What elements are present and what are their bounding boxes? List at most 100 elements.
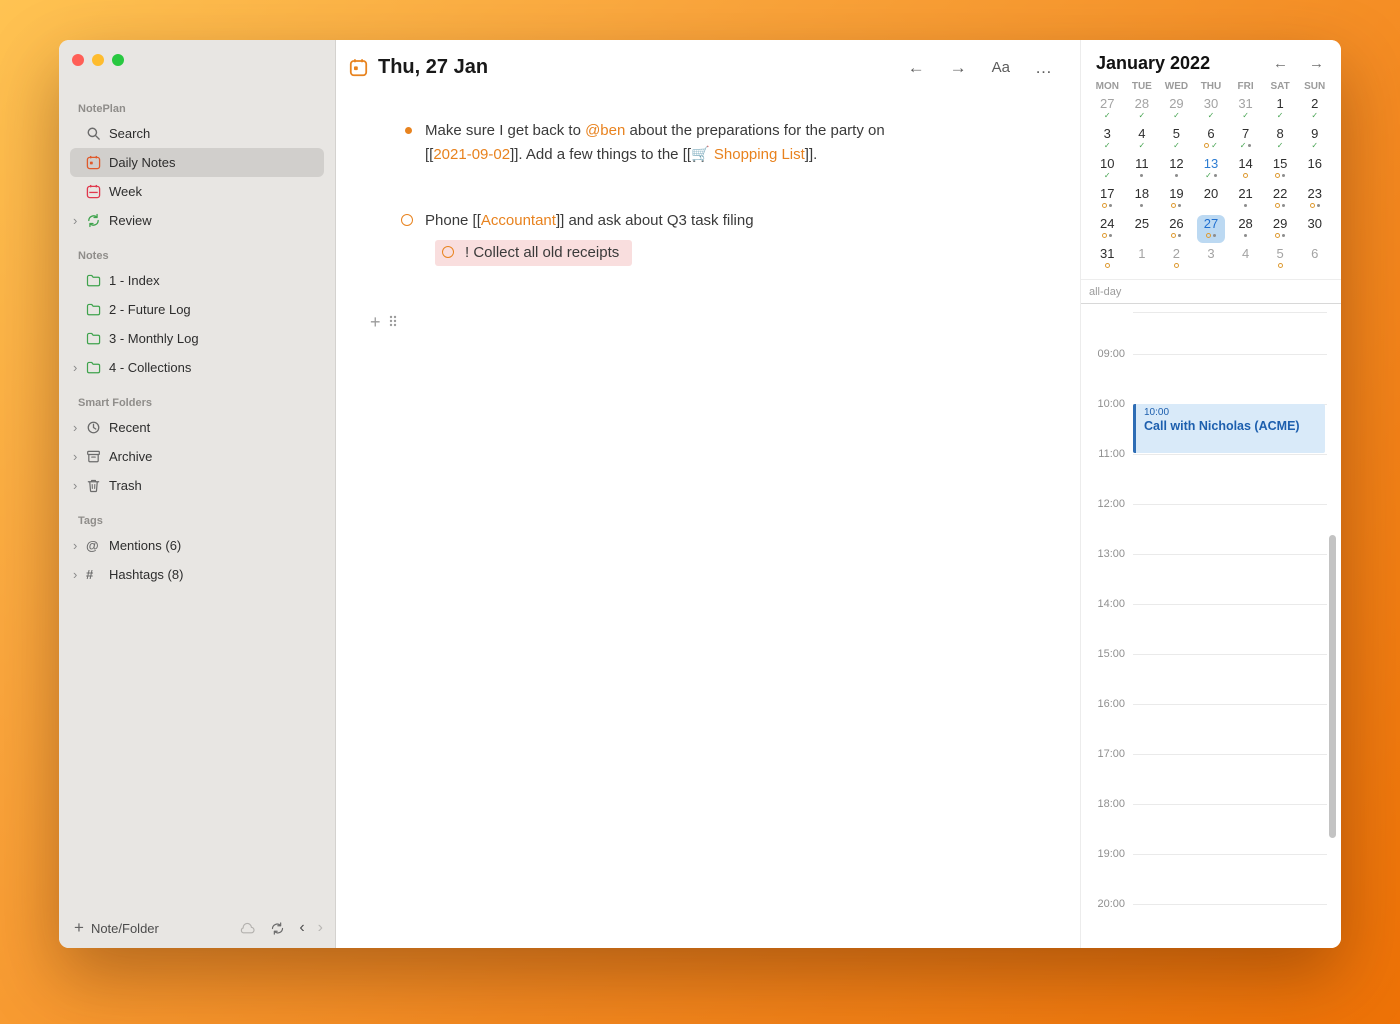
sidebar-item-2-future-log[interactable]: 2 - Future Log xyxy=(70,295,324,324)
sidebar-item-recent[interactable]: ›Recent xyxy=(70,413,324,442)
calendar-day-12[interactable]: 12 xyxy=(1159,155,1194,185)
calendar-day-1-next[interactable]: 1 xyxy=(1125,245,1160,275)
text-segment: Phone [[ xyxy=(425,212,481,229)
back-chevron-icon[interactable]: ‹ xyxy=(299,919,304,937)
nav-forward-button[interactable]: → xyxy=(950,58,967,78)
calendar-day-27[interactable]: 27 xyxy=(1194,215,1229,245)
task-line[interactable]: ! Collect all old receipts xyxy=(435,240,1050,266)
calendar-day-2-next[interactable]: 2 xyxy=(1159,245,1194,275)
sidebar-item-4-collections[interactable]: ›4 - Collections xyxy=(70,353,324,382)
calendar-day-30-prev[interactable]: 30✓ xyxy=(1194,95,1229,125)
close-button[interactable] xyxy=(72,54,84,66)
calendar-day-18[interactable]: 18 xyxy=(1125,185,1160,215)
note-link[interactable]: Accountant xyxy=(481,212,556,229)
sidebar-item-archive[interactable]: ›Archive xyxy=(70,442,324,471)
calendar-day-19[interactable]: 19 xyxy=(1159,185,1194,215)
bullet-line[interactable]: Make sure I get back to @ben about the p… xyxy=(401,119,1050,167)
task-checkbox[interactable] xyxy=(442,246,454,258)
calendar-day-24[interactable]: 24 xyxy=(1090,215,1125,245)
editor[interactable]: Thu, 27 Jan ← → Aa … Make sure I get bac… xyxy=(336,40,1081,948)
calendar-day-20[interactable]: 20 xyxy=(1194,185,1229,215)
sidebar-item-hashtags-8[interactable]: ›#Hashtags (8) xyxy=(70,560,324,589)
zoom-button[interactable] xyxy=(112,54,124,66)
sidebar-item-mentions-6[interactable]: ›@Mentions (6) xyxy=(70,531,324,560)
editor-toolbar: ← → Aa … xyxy=(908,58,1052,78)
sidebar-item-label: Hashtags (8) xyxy=(109,567,183,582)
calendar-day-6[interactable]: 6✓ xyxy=(1194,125,1229,155)
chevron-right-icon[interactable]: › xyxy=(73,449,86,464)
calendar-day-2[interactable]: 2✓ xyxy=(1297,95,1332,125)
sidebar-item-trash[interactable]: ›Trash xyxy=(70,471,324,500)
open-task-icon xyxy=(1102,233,1107,238)
calendar-day-4[interactable]: 4✓ xyxy=(1125,125,1160,155)
calendar-day-26[interactable]: 26 xyxy=(1159,215,1194,245)
task-line[interactable]: Phone [[Accountant]] and ask about Q3 ta… xyxy=(401,209,1050,233)
format-button[interactable]: Aa xyxy=(992,59,1010,76)
add-line-button[interactable]: + xyxy=(370,312,381,333)
forward-chevron-icon[interactable]: › xyxy=(318,919,323,937)
calendar-day-31[interactable]: 31 xyxy=(1090,245,1125,275)
calendar-day-29[interactable]: 29 xyxy=(1263,215,1298,245)
task-checkbox[interactable] xyxy=(401,209,425,233)
hour-line xyxy=(1133,704,1327,705)
calendar-day-29-prev[interactable]: 29✓ xyxy=(1159,95,1194,125)
day-number: 29 xyxy=(1273,216,1287,231)
chevron-right-icon[interactable]: › xyxy=(73,420,86,435)
drag-handle-icon[interactable] xyxy=(388,314,398,332)
chevron-right-icon[interactable]: › xyxy=(73,478,86,493)
calendar-day-13[interactable]: 13✓ xyxy=(1194,155,1229,185)
note-link[interactable]: Shopping List xyxy=(714,146,805,163)
timeline-scrollbar[interactable] xyxy=(1329,535,1336,838)
sidebar-item-review[interactable]: ›Review xyxy=(70,206,324,235)
calendar-day-21[interactable]: 21 xyxy=(1228,185,1263,215)
calendar-day-31-prev[interactable]: 31✓ xyxy=(1228,95,1263,125)
nav-back-button[interactable]: ← xyxy=(908,58,925,78)
calendar-day-30[interactable]: 30 xyxy=(1297,215,1332,245)
chevron-right-icon[interactable]: › xyxy=(73,360,86,375)
note-content[interactable]: Make sure I get back to @ben about the p… xyxy=(336,79,1080,333)
calendar-day-5-next[interactable]: 5 xyxy=(1263,245,1298,275)
minimize-button[interactable] xyxy=(92,54,104,66)
mention-link[interactable]: @ben xyxy=(585,122,625,139)
calendar-day-22[interactable]: 22 xyxy=(1263,185,1298,215)
sidebar-item-search[interactable]: Search xyxy=(70,119,324,148)
calendar-day-17[interactable]: 17 xyxy=(1090,185,1125,215)
calendar-day-10[interactable]: 10✓ xyxy=(1090,155,1125,185)
chevron-right-icon[interactable]: › xyxy=(73,213,86,228)
next-month-button[interactable]: → xyxy=(1309,55,1324,72)
calendar-day-14[interactable]: 14 xyxy=(1228,155,1263,185)
more-button[interactable]: … xyxy=(1035,58,1052,78)
sync-icon[interactable] xyxy=(269,922,286,935)
new-note-button[interactable]: Note/Folder xyxy=(91,921,159,936)
chevron-right-icon[interactable]: › xyxy=(73,567,86,582)
calendar-day-7[interactable]: 7✓ xyxy=(1228,125,1263,155)
calendar-event[interactable]: 10:00Call with Nicholas (ACME) xyxy=(1133,404,1325,453)
cloud-icon[interactable] xyxy=(239,922,256,935)
calendar-day-28-prev[interactable]: 28✓ xyxy=(1125,95,1160,125)
sidebar-item-3-monthly-log[interactable]: 3 - Monthly Log xyxy=(70,324,324,353)
calendar-day-8[interactable]: 8✓ xyxy=(1263,125,1298,155)
calendar-day-27-prev[interactable]: 27✓ xyxy=(1090,95,1125,125)
note-link[interactable]: 2021-09-02 xyxy=(433,146,510,163)
calendar-day-23[interactable]: 23 xyxy=(1297,185,1332,215)
calendar-day-3[interactable]: 3✓ xyxy=(1090,125,1125,155)
prev-month-button[interactable]: ← xyxy=(1273,55,1288,72)
calendar-day-11[interactable]: 11 xyxy=(1125,155,1160,185)
sidebar-item-week[interactable]: Week xyxy=(70,177,324,206)
day-number: 4 xyxy=(1242,246,1249,261)
completed-check-icon: ✓ xyxy=(1205,172,1212,180)
calendar-day-1[interactable]: 1✓ xyxy=(1263,95,1298,125)
calendar-day-16[interactable]: 16 xyxy=(1297,155,1332,185)
calendar-day-4-next[interactable]: 4 xyxy=(1228,245,1263,275)
calendar-day-25[interactable]: 25 xyxy=(1125,215,1160,245)
hour-label: 15:00 xyxy=(1081,648,1125,660)
sidebar-item-1-index[interactable]: 1 - Index xyxy=(70,266,324,295)
calendar-day-15[interactable]: 15 xyxy=(1263,155,1298,185)
chevron-right-icon[interactable]: › xyxy=(73,538,86,553)
calendar-day-9[interactable]: 9✓ xyxy=(1297,125,1332,155)
calendar-day-6-next[interactable]: 6 xyxy=(1297,245,1332,275)
sidebar-item-daily-notes[interactable]: Daily Notes xyxy=(70,148,324,177)
calendar-day-3-next[interactable]: 3 xyxy=(1194,245,1229,275)
calendar-day-5[interactable]: 5✓ xyxy=(1159,125,1194,155)
calendar-day-28[interactable]: 28 xyxy=(1228,215,1263,245)
